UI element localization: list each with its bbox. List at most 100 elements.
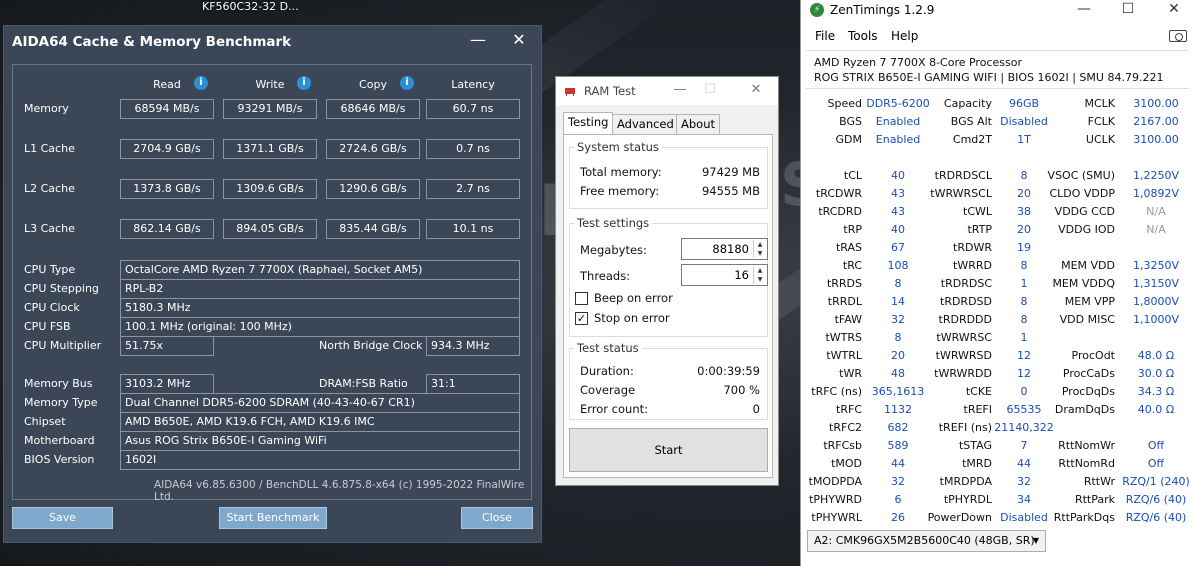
tab-advanced[interactable]: Advanced bbox=[612, 114, 679, 134]
timing-label: tPHYWRD bbox=[809, 493, 862, 506]
info-icon[interactable]: i bbox=[194, 76, 208, 90]
timing-label: tWRRD bbox=[953, 259, 992, 272]
timing-label: VSOC (SMU) bbox=[1047, 169, 1115, 182]
maximize-button[interactable]: ☐ bbox=[700, 82, 720, 97]
window-title: RAM Test bbox=[584, 84, 636, 98]
timing-label: tCWL bbox=[963, 205, 992, 218]
timing-label: tWRWRSD bbox=[935, 349, 992, 362]
cpu-fsb-value: 100.1 MHz (original: 100 MHz) bbox=[120, 317, 520, 337]
timing-label: RttNomRd bbox=[1058, 457, 1115, 470]
threads-input[interactable]: 16 ▲ ▼ bbox=[681, 264, 768, 286]
megabytes-input[interactable]: 88180 ▲ ▼ bbox=[681, 238, 768, 260]
timing-label: UCLK bbox=[1085, 133, 1115, 146]
start-button[interactable]: Start bbox=[569, 428, 768, 472]
timing-label: tMOD bbox=[831, 457, 862, 470]
menu-tools[interactable]: Tools bbox=[848, 29, 878, 43]
timing-label: tWR bbox=[839, 367, 862, 380]
timing-label: MEM VPP bbox=[1064, 295, 1115, 308]
screenshot-camera-icon[interactable] bbox=[1169, 30, 1187, 42]
memory-bus-value: 3103.2 MHz bbox=[120, 374, 214, 394]
bench-latency-value: 2.7 ns bbox=[426, 179, 520, 199]
maximize-button[interactable]: ☐ bbox=[1116, 1, 1140, 17]
ram-app-icon bbox=[565, 88, 575, 96]
cpu-name: AMD Ryzen 7 7700X 8-Core Processor bbox=[814, 56, 1022, 69]
save-button[interactable]: Save bbox=[12, 507, 113, 529]
timing-value: 1,1000V bbox=[1132, 313, 1179, 326]
info-icon[interactable]: i bbox=[297, 76, 311, 90]
stop-on-error-checkbox[interactable]: ✓ bbox=[575, 312, 588, 325]
megabytes-value: 88180 bbox=[712, 242, 749, 256]
zentimings-window: ⚡ ZenTimings 1.2.9 — ☐ ✕ File Tools Help… bbox=[800, 0, 1193, 566]
cpu-multiplier-value: 51.75x bbox=[120, 336, 214, 356]
timing-label: BGS Alt bbox=[950, 115, 992, 128]
beep-on-error-checkbox[interactable] bbox=[575, 292, 588, 305]
minimize-button[interactable]: — bbox=[466, 30, 490, 49]
tab-about[interactable]: About bbox=[676, 114, 721, 134]
cpu-stepping-value: RPL-B2 bbox=[120, 279, 520, 299]
minimize-button[interactable]: — bbox=[1072, 1, 1096, 17]
megabytes-label: Megabytes: bbox=[580, 243, 647, 257]
cpu-fsb-label: CPU FSB bbox=[24, 320, 71, 333]
close-icon[interactable]: ✕ bbox=[746, 82, 766, 97]
timing-label: tRC bbox=[842, 259, 862, 272]
timing-value: 40.0 Ω bbox=[1137, 403, 1175, 416]
test-settings-heading: Test settings bbox=[574, 216, 653, 230]
menu-help[interactable]: Help bbox=[891, 29, 918, 43]
timing-label: tRFC bbox=[836, 403, 862, 416]
timing-value: 48.0 Ω bbox=[1137, 349, 1175, 362]
bench-row-label: Memory bbox=[24, 102, 69, 115]
timing-label: tWTRL bbox=[826, 349, 862, 362]
timing-label: tCKE bbox=[965, 385, 992, 398]
system-info: AMD Ryzen 7 7700X 8-Core Processor ROG S… bbox=[806, 50, 1189, 89]
bench-row-label: L2 Cache bbox=[24, 182, 75, 195]
free-memory-value: 94555 MB bbox=[701, 184, 760, 198]
minimize-button[interactable]: — bbox=[670, 82, 690, 97]
timing-label: tRFCsb bbox=[823, 439, 862, 452]
close-icon[interactable]: ✕ bbox=[1162, 1, 1186, 17]
timing-value: 1,3250V bbox=[1132, 259, 1179, 272]
timing-value: 1 bbox=[1020, 331, 1028, 344]
timing-label: tRCDWR bbox=[815, 187, 862, 200]
timing-label: PowerDown bbox=[927, 511, 992, 524]
window-title: AIDA64 Cache & Memory Benchmark bbox=[12, 34, 292, 50]
close-icon[interactable]: ✕ bbox=[507, 30, 531, 49]
zentimings-app-icon: ⚡ bbox=[810, 3, 824, 17]
system-status-heading: System status bbox=[574, 140, 662, 154]
testing-panel: Total memory: 97429 MB Free memory: 9455… bbox=[563, 134, 773, 478]
megabytes-spinner[interactable]: ▲ ▼ bbox=[753, 240, 766, 258]
desktop-icon-label[interactable]: KF560C32-32 D... bbox=[202, 0, 299, 13]
beep-on-error-label: Beep on error bbox=[594, 291, 673, 305]
threads-spinner[interactable]: ▲ ▼ bbox=[753, 266, 766, 284]
start-benchmark-button[interactable]: Start Benchmark bbox=[219, 507, 327, 529]
cpu-stepping-label: CPU Stepping bbox=[24, 282, 99, 295]
duration-label: Duration: bbox=[580, 364, 634, 378]
chipset-value: AMD B650E, AMD K19.6 FCH, AMD K19.6 IMC bbox=[120, 412, 520, 432]
total-memory-value: 97429 MB bbox=[701, 165, 760, 179]
dimm-select[interactable]: A2: CMK96GX5M2B5600C40 (48GB, SR) ▼ bbox=[807, 530, 1046, 552]
timing-label: MEM VDD bbox=[1061, 259, 1115, 272]
bench-copy-value: 835.44 GB/s bbox=[326, 219, 420, 239]
menu-file[interactable]: File bbox=[815, 29, 835, 43]
timing-value: 1,2250V bbox=[1132, 169, 1179, 182]
timing-label: tWTRS bbox=[825, 331, 862, 344]
tab-testing[interactable]: Testing bbox=[563, 112, 614, 135]
timing-label: ProcCaDs bbox=[1062, 367, 1115, 380]
timing-label: tMRD bbox=[962, 457, 992, 470]
chevron-down-icon: ▼ bbox=[1032, 536, 1039, 545]
info-icon[interactable]: i bbox=[400, 76, 414, 90]
bench-read-value: 68594 MB/s bbox=[120, 99, 214, 119]
close-button[interactable]: Close bbox=[461, 507, 533, 529]
bench-copy-value: 1290.6 GB/s bbox=[326, 179, 420, 199]
timing-label: Speed bbox=[827, 97, 862, 110]
memory-type-value: Dual Channel DDR5-6200 SDRAM (40-43-40-6… bbox=[120, 393, 520, 413]
test-status-group: Duration: 0:00:39:59 Coverage 700 % Erro… bbox=[569, 348, 768, 420]
cpu-type-value: OctalCore AMD Ryzen 7 7700X (Raphael, So… bbox=[120, 260, 520, 280]
timing-label: tREFI (ns) bbox=[938, 421, 992, 434]
bench-write-value: 1309.6 GB/s bbox=[223, 179, 317, 199]
dram-fsb-value: 31:1 bbox=[426, 374, 520, 394]
timing-label: MCLK bbox=[1084, 97, 1115, 110]
timing-label: tRRDS bbox=[826, 277, 862, 290]
window-title: ZenTimings 1.2.9 bbox=[830, 3, 935, 17]
bench-read-value: 1373.8 GB/s bbox=[120, 179, 214, 199]
timing-value: N/A bbox=[1146, 205, 1166, 218]
